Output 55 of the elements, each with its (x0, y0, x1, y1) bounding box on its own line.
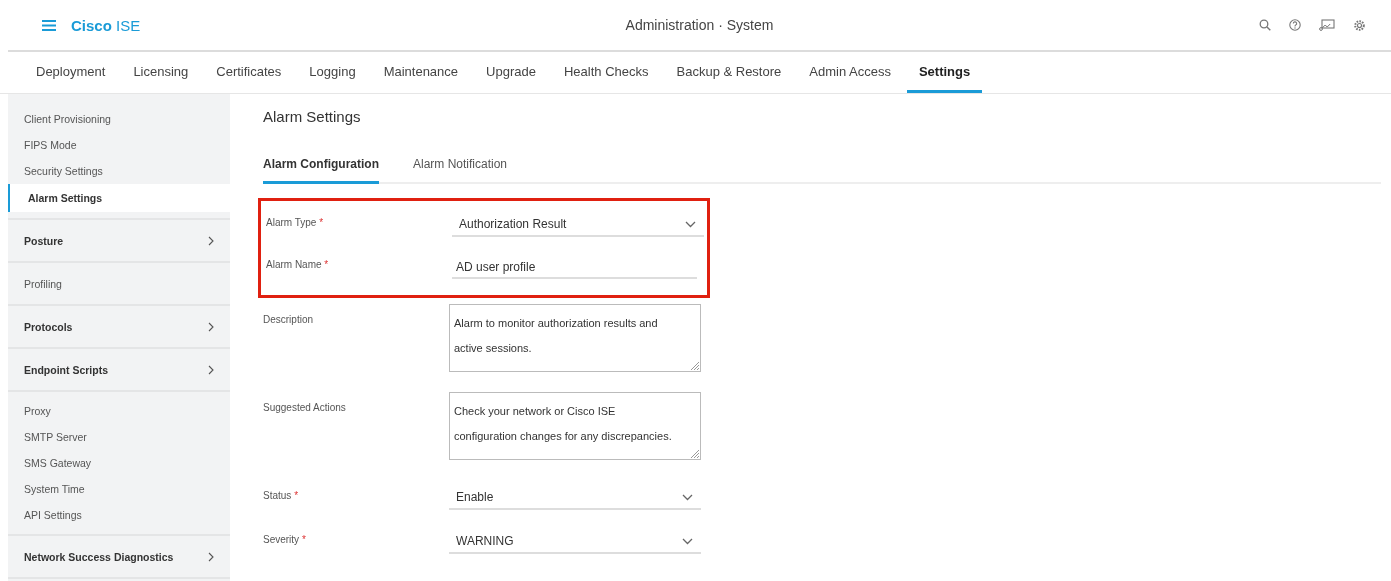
dropdown[interactable]: Authorization Result (452, 207, 704, 237)
nav-tab[interactable]: Upgrade (474, 52, 548, 93)
sidebar-item[interactable]: API Settings (8, 502, 230, 528)
sidebar-item[interactable]: Profiling (8, 265, 230, 302)
sidebar-item[interactable]: Security Settings (8, 158, 230, 184)
field-label: Description (263, 313, 315, 325)
field-label: Alarm Type * (266, 216, 325, 228)
monitor-icon[interactable] (1319, 19, 1335, 31)
nav-tab[interactable]: Deployment (24, 52, 118, 93)
nav-tab[interactable]: Maintenance (371, 52, 471, 93)
sidebar-item[interactable]: SMS Gateway (8, 450, 230, 476)
sidebar-item[interactable]: Client Provisioning (8, 106, 230, 132)
nav-tab[interactable]: Logging (297, 52, 368, 93)
page-heading: Administration · System (625, 17, 774, 33)
menu-icon[interactable] (42, 19, 56, 31)
nav-tab[interactable]: Licensing (121, 52, 201, 93)
chevron-right-icon (208, 551, 214, 562)
sidebar-item[interactable]: Network Success Diagnostics (8, 538, 230, 575)
resize-handle-icon (691, 362, 699, 370)
sidebar-item[interactable]: FIPS Mode (8, 132, 230, 158)
field-label: Alarm Name * (266, 258, 330, 270)
section-title: Alarm Settings (263, 108, 362, 125)
input-field[interactable]: AD user profile (452, 249, 697, 279)
search-icon[interactable] (1259, 19, 1271, 31)
dropdown[interactable]: WARNING (449, 524, 701, 554)
sidebar-item[interactable]: Proxy (8, 398, 230, 424)
sidebar-item[interactable]: Alarm Settings (8, 184, 230, 212)
sidebar-item[interactable]: Posture (8, 222, 230, 259)
sub-tab[interactable]: Alarm Notification (413, 157, 508, 184)
resize-handle-icon (691, 450, 699, 458)
nav-tab[interactable]: Certificates (204, 52, 294, 93)
field-label: Suggested Actions (263, 401, 347, 413)
chevron-right-icon (208, 321, 214, 332)
chevron-right-icon (208, 235, 214, 246)
chevron-right-icon (208, 364, 214, 375)
chevron-down-icon (682, 538, 693, 545)
nav-tab[interactable]: Backup & Restore (664, 52, 794, 93)
nav-tab[interactable]: Settings (906, 52, 983, 93)
field-label: Severity * (263, 533, 307, 545)
settings-icon[interactable] (1353, 18, 1366, 32)
text-area[interactable]: Alarm to monitor authorization results and active sessions. (449, 304, 701, 372)
sub-tab[interactable]: Alarm Configuration (263, 157, 379, 184)
sidebar-item[interactable]: Endpoint Scripts (8, 351, 230, 388)
help-icon[interactable] (1289, 19, 1301, 31)
sidebar-item[interactable]: System Time (8, 476, 230, 502)
nav-tab[interactable]: Admin Access (797, 52, 903, 93)
sidebar-item[interactable]: Protocols (8, 308, 230, 345)
text-area[interactable]: Check your network or Cisco ISE configuration changes for any discrepancies. (449, 392, 701, 460)
nav-tab[interactable]: Health Checks (551, 52, 661, 93)
dropdown[interactable]: Enable (449, 480, 701, 510)
chevron-down-icon (682, 494, 693, 501)
brand-name: Cisco ISE (71, 16, 141, 34)
field-label: Status * (263, 489, 300, 501)
sidebar-item[interactable]: SMTP Server (8, 424, 230, 450)
chevron-down-icon (685, 221, 696, 228)
